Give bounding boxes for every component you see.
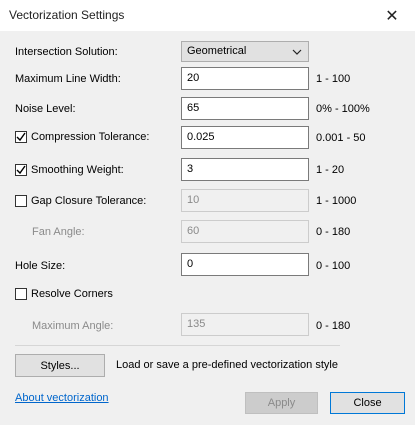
chevron-down-icon [292,49,302,55]
compression-range: 0.001 - 50 [316,132,366,144]
compression-label: Compression Tolerance: [31,131,150,143]
styles-button[interactable]: Styles... [15,354,105,377]
fan-angle-input: 60 [181,220,309,243]
max-angle-range: 0 - 180 [316,320,351,332]
styles-description: Load or save a pre-defined vectorization… [116,359,338,371]
gap-closure-range: 1 - 1000 [316,195,357,207]
smoothing-label: Smoothing Weight: [31,164,124,176]
hole-size-range: 0 - 100 [316,260,351,272]
compression-input[interactable]: 0.025 [181,126,309,149]
noise-level-range: 0% - 100% [316,103,370,115]
check-icon [16,165,26,175]
divider [15,345,340,346]
max-line-width-range: 1 - 100 [316,73,351,85]
hole-size-label: Hole Size: [15,260,66,272]
smoothing-checkbox[interactable] [15,164,27,176]
smoothing-range: 1 - 20 [316,164,345,176]
apply-button: Apply [245,392,318,414]
close-button[interactable]: Close [330,392,405,414]
resolve-corners-label: Resolve Corners [31,288,113,300]
check-icon [16,132,26,142]
title-bar: Vectorization Settings ✕ [0,0,415,31]
max-line-width-label: Maximum Line Width: [15,73,121,85]
noise-level-label: Noise Level: [15,103,76,115]
fan-angle-label: Fan Angle: [32,226,85,238]
max-angle-label: Maximum Angle: [32,320,114,332]
intersection-label: Intersection Solution: [15,46,118,58]
smoothing-input[interactable]: 3 [181,158,309,181]
gap-closure-label: Gap Closure Tolerance: [31,195,147,207]
close-icon[interactable]: ✕ [369,0,415,31]
compression-checkbox[interactable] [15,131,27,143]
resolve-corners-checkbox[interactable] [15,288,27,300]
hole-size-input[interactable]: 0 [181,253,309,276]
max-angle-input: 135 [181,313,309,336]
gap-closure-input: 10 [181,189,309,212]
noise-level-input[interactable]: 65 [181,97,309,120]
about-vectorization-link[interactable]: About vectorization [15,392,109,404]
gap-closure-checkbox[interactable] [15,195,27,207]
fan-angle-range: 0 - 180 [316,226,351,238]
max-line-width-input[interactable]: 20 [181,67,309,90]
window-title: Vectorization Settings [9,8,125,22]
intersection-value: Geometrical [187,45,247,57]
intersection-select[interactable]: Geometrical [181,41,309,62]
